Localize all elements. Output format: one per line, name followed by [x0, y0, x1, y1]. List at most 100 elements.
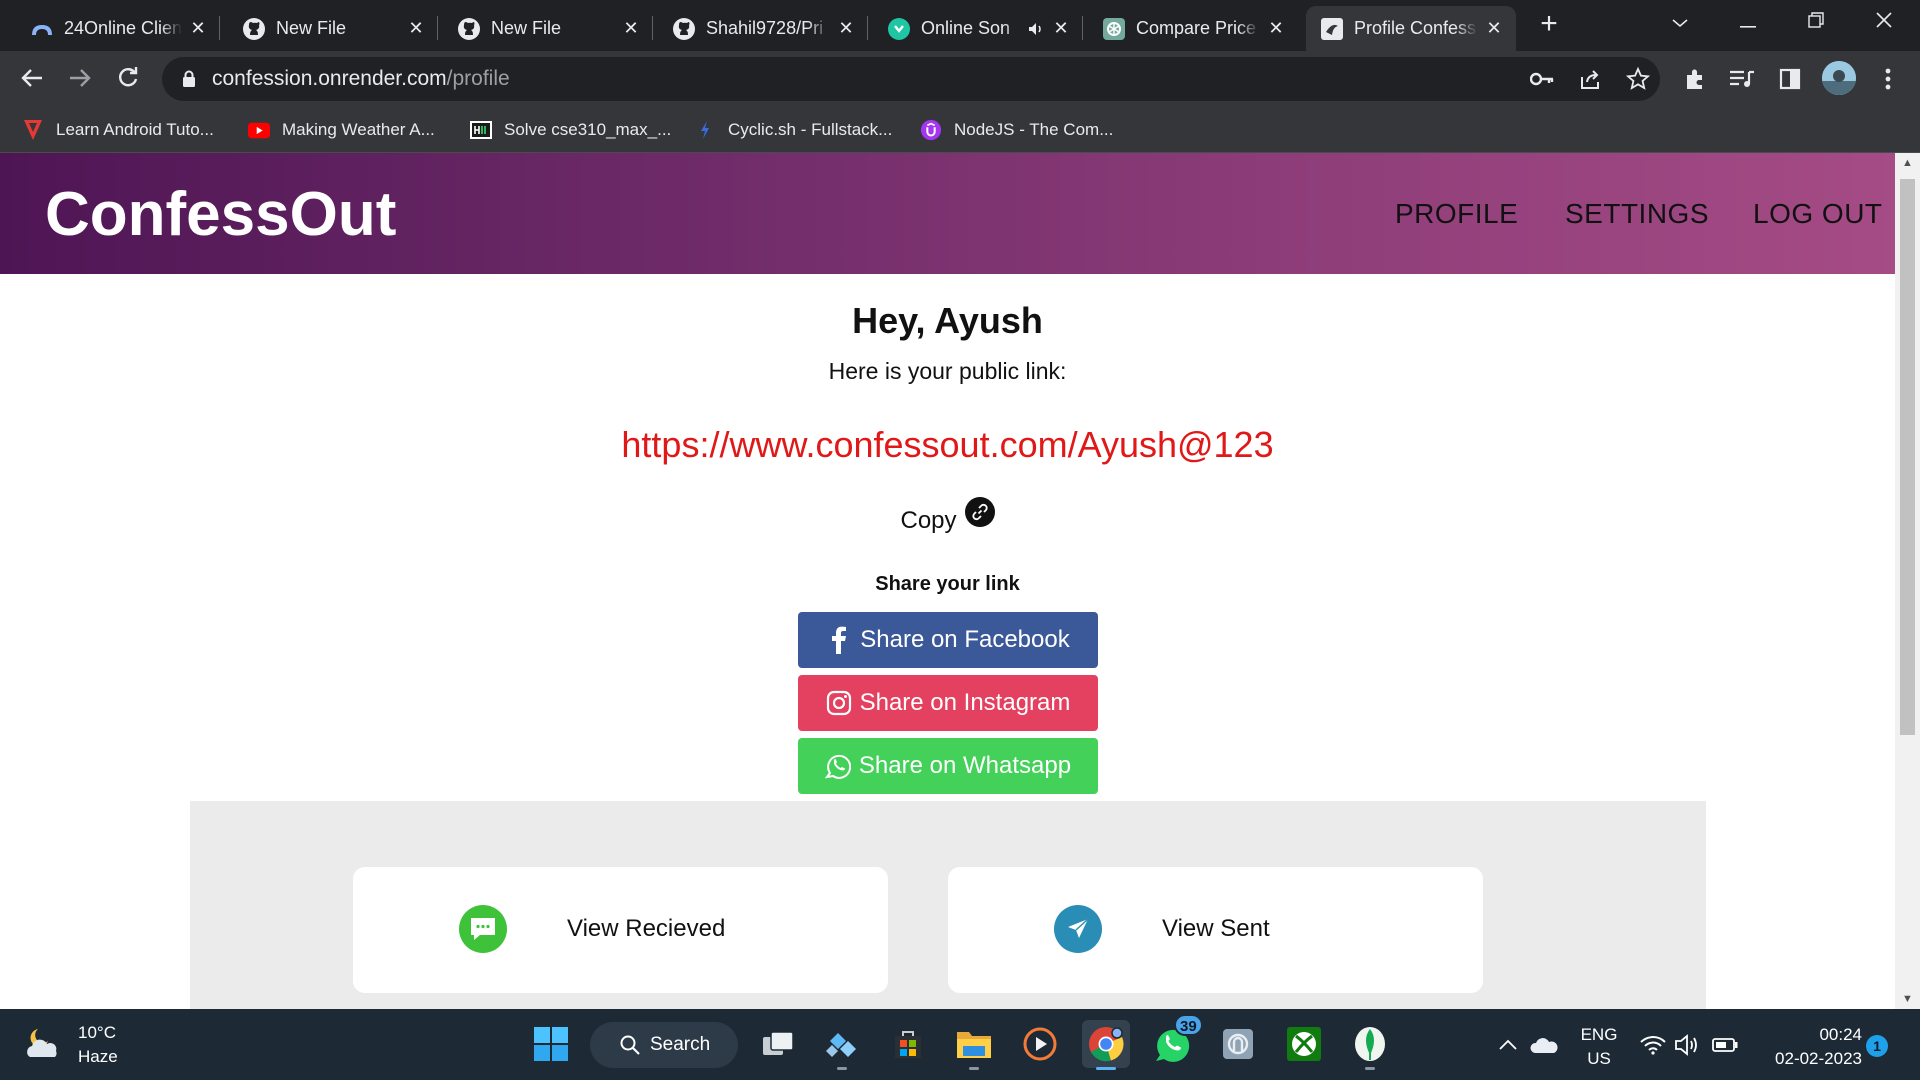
- forward-icon[interactable]: [62, 61, 98, 97]
- xbox-icon[interactable]: [1280, 1020, 1328, 1068]
- tab-search-icon[interactable]: [1652, 0, 1708, 44]
- notification-count-badge[interactable]: 1: [1866, 1035, 1888, 1057]
- close-icon[interactable]: ✕: [1266, 18, 1286, 39]
- greeting-heading: Hey, Ayush: [852, 300, 1043, 341]
- nav-settings[interactable]: SETTINGS: [1565, 198, 1709, 230]
- browser-tab-strip: 24Online Client ✕ New File ✕ New File ✕ …: [0, 0, 1920, 51]
- tab-profile-confess[interactable]: Profile Confess ✕: [1306, 6, 1516, 51]
- youtube-icon: [248, 119, 270, 141]
- windows-start-icon[interactable]: [527, 1020, 575, 1068]
- bookmark-star-icon[interactable]: [1624, 65, 1652, 93]
- close-icon[interactable]: ✕: [1484, 18, 1504, 39]
- bookmark-item[interactable]: Making Weather A...: [248, 117, 435, 143]
- bookmark-item[interactable]: Cyclic.sh - Fullstack...: [694, 117, 892, 143]
- view-sent-label: View Sent: [1162, 915, 1270, 942]
- tab-github-repo[interactable]: Shahil9728/Pri ✕: [658, 6, 868, 51]
- onedrive-cloud-icon[interactable]: [1530, 1009, 1558, 1080]
- reload-icon[interactable]: [110, 61, 146, 97]
- close-icon[interactable]: ✕: [621, 18, 641, 39]
- language-indicator[interactable]: ENG US: [1578, 1023, 1620, 1071]
- github-icon: [672, 17, 696, 41]
- weather-widget[interactable]: 10°C Haze: [24, 1021, 118, 1069]
- tab-new-file-2[interactable]: New File ✕: [443, 6, 653, 51]
- speaker-icon[interactable]: [1027, 17, 1045, 41]
- view-sent-card[interactable]: View Sent: [948, 867, 1483, 993]
- close-icon[interactable]: ✕: [836, 18, 856, 39]
- mongodb-compass-icon[interactable]: [1346, 1020, 1394, 1070]
- page-scrollbar[interactable]: ▲ ▼: [1895, 153, 1920, 1009]
- tab-separator: [652, 16, 653, 40]
- bookmark-item[interactable]: NodeJS - The Com...: [920, 117, 1113, 143]
- page-viewport: ConfessOut PROFILE SETTINGS LOG OUT Hey,…: [0, 153, 1895, 1009]
- close-icon[interactable]: ✕: [188, 18, 208, 39]
- site-header: ConfessOut PROFILE SETTINGS LOG OUT: [0, 153, 1895, 274]
- songs-site-icon: [887, 17, 911, 41]
- task-view-icon[interactable]: [754, 1020, 802, 1068]
- tab-compare-price[interactable]: Compare Price ✕: [1088, 6, 1298, 51]
- messages-panel: View Recieved View Sent: [190, 801, 1706, 1009]
- share-whatsapp-button[interactable]: Share on Whatsapp: [798, 738, 1098, 794]
- bookmark-item[interactable]: Learn Android Tuto...: [22, 117, 214, 143]
- chrome-icon[interactable]: [1082, 1020, 1130, 1070]
- notification-badge: 39: [1174, 1014, 1203, 1036]
- button-label: Share on Instagram: [859, 689, 1071, 716]
- back-icon[interactable]: [14, 61, 50, 97]
- nav-logout[interactable]: LOG OUT: [1753, 198, 1883, 230]
- link-icon[interactable]: [964, 497, 995, 527]
- tab-online-songs[interactable]: Online Son ✕: [873, 6, 1083, 51]
- reading-list-icon[interactable]: [1728, 65, 1756, 93]
- whatsapp-taskbar-icon[interactable]: 39: [1148, 1014, 1203, 1068]
- share-instagram-button[interactable]: Share on Instagram: [798, 675, 1098, 731]
- view-received-card[interactable]: View Recieved: [353, 867, 888, 993]
- vpn-app-icon[interactable]: [1214, 1020, 1262, 1068]
- side-panel-icon[interactable]: [1776, 65, 1804, 93]
- scroll-down-icon[interactable]: ▼: [1895, 989, 1920, 1009]
- extensions-puzzle-icon[interactable]: [1681, 65, 1709, 93]
- scroll-thumb[interactable]: [1900, 179, 1915, 735]
- bookmark-item[interactable]: Solve cse310_max_...: [470, 117, 671, 143]
- tab-title: Online Son: [921, 18, 1011, 38]
- tab-24online[interactable]: 24Online Client ✕: [16, 6, 220, 51]
- restore-icon[interactable]: [1788, 0, 1844, 44]
- menu-kebab-icon[interactable]: [1874, 65, 1902, 93]
- address-bar[interactable]: confession.onrender.com/profile: [162, 57, 1660, 101]
- url-text[interactable]: confession.onrender.com/profile: [212, 67, 510, 91]
- tab-title: Profile Confess: [1354, 18, 1477, 38]
- file-explorer-icon[interactable]: [950, 1020, 998, 1070]
- key-icon[interactable]: [1528, 65, 1556, 93]
- site-favicon: [1320, 17, 1344, 41]
- weather-condition: Haze: [78, 1047, 118, 1066]
- copy-label[interactable]: Copy: [900, 507, 956, 535]
- cyclic-icon: [694, 119, 716, 141]
- battery-icon[interactable]: [1712, 1009, 1738, 1080]
- wifi-icon[interactable]: [1640, 1009, 1666, 1080]
- media-player-icon[interactable]: [1016, 1020, 1064, 1068]
- system-clock[interactable]: 00:24 02-02-2023: [1752, 1023, 1862, 1071]
- volume-icon[interactable]: [1674, 1009, 1700, 1080]
- site-logo[interactable]: ConfessOut: [45, 179, 396, 250]
- close-icon[interactable]: ✕: [406, 18, 426, 39]
- avatar[interactable]: [1822, 61, 1856, 95]
- copy-link-control[interactable]: Copy: [0, 497, 1895, 535]
- minimize-icon[interactable]: [1720, 0, 1776, 44]
- search-icon: [620, 1035, 640, 1055]
- microsoft-store-icon[interactable]: [884, 1020, 932, 1068]
- public-link[interactable]: https://www.confessout.com/Ayush@123: [0, 424, 1895, 466]
- app-running-indicator: [969, 1067, 979, 1070]
- close-icon[interactable]: ✕: [1051, 18, 1071, 39]
- share-icon[interactable]: [1576, 65, 1604, 93]
- tab-separator: [219, 16, 220, 40]
- widgets-icon[interactable]: [818, 1020, 866, 1070]
- scroll-up-icon[interactable]: ▲: [1895, 153, 1920, 173]
- lock-icon[interactable]: [182, 70, 196, 88]
- show-hidden-icons[interactable]: [1498, 1009, 1518, 1080]
- tab-separator: [437, 16, 438, 40]
- public-link-label: Here is your public link:: [828, 358, 1067, 384]
- share-facebook-button[interactable]: Share on Facebook: [798, 612, 1098, 668]
- nav-profile[interactable]: PROFILE: [1395, 198, 1518, 230]
- taskbar-search[interactable]: Search: [590, 1022, 738, 1068]
- tab-title: Compare Price: [1136, 18, 1257, 38]
- close-window-icon[interactable]: [1856, 0, 1912, 44]
- tab-new-file-1[interactable]: New File ✕: [228, 6, 438, 51]
- new-tab-button[interactable]: +: [1532, 8, 1566, 42]
